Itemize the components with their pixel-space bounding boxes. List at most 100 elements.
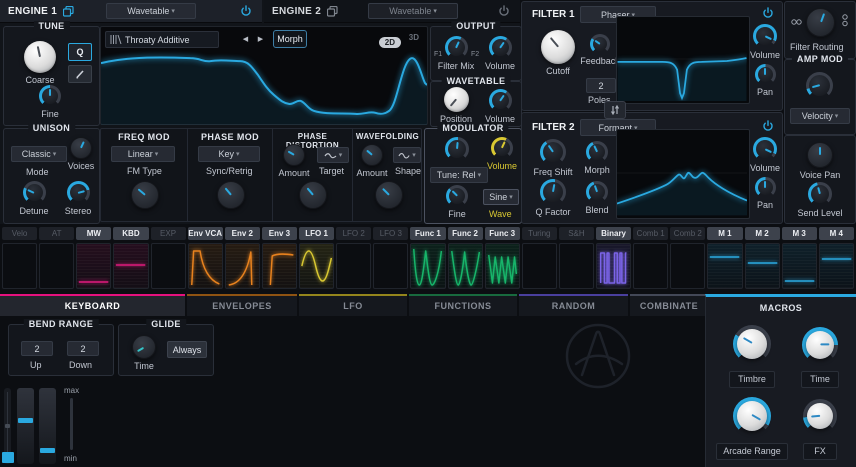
mod-source-tile[interactable] (373, 243, 408, 289)
output-volume-knob[interactable]: Volume (481, 36, 519, 71)
velocity-range-slider[interactable] (70, 398, 73, 450)
poles-value[interactable]: 2 (586, 78, 616, 93)
morph-button[interactable]: Morph (273, 30, 307, 48)
mod-source-button[interactable]: Comb 2 (670, 227, 705, 240)
modulator-volume-knob[interactable]: Volume (487, 137, 517, 171)
q-factor-knob[interactable]: Q Factor (530, 179, 576, 217)
pd-main-knob[interactable] (299, 181, 327, 209)
mod-source-tile[interactable] (559, 243, 594, 289)
glide-time-knob[interactable]: Time (127, 335, 161, 371)
wf-shape-dropdown[interactable]: ▾ (393, 147, 421, 163)
detune-knob[interactable]: Detune (14, 181, 54, 216)
bend-down-value[interactable]: 2 (67, 341, 99, 356)
pd-target-dropdown[interactable]: ▾ (317, 147, 349, 163)
mod-source-tile[interactable] (522, 243, 557, 289)
mod-source-button[interactable]: S&H (559, 227, 594, 240)
mod-wheel-slider[interactable] (17, 388, 34, 464)
pd-amount-knob[interactable]: Amount (275, 144, 313, 178)
glide-always-button[interactable]: Always (167, 341, 207, 358)
mod-source-tile[interactable] (485, 243, 520, 289)
filter2-pan-knob[interactable]: Pan (752, 177, 778, 210)
mod-source-button[interactable]: Env 2 (225, 227, 260, 240)
filter-series-parallel-button[interactable] (604, 101, 626, 119)
filter-routing-knob[interactable] (806, 8, 835, 37)
engine2-type-dropdown[interactable]: Wavetable▾ (368, 3, 458, 19)
modulator-tune-knob[interactable] (437, 137, 477, 161)
mod-source-tile[interactable] (262, 243, 297, 289)
tab-lfo[interactable]: LFO (299, 294, 407, 316)
modulator-tune-dropdown[interactable]: Tune: Rel▾ (430, 167, 488, 183)
filter2-morph-knob[interactable]: Morph (580, 141, 614, 175)
engine2-power-icon[interactable] (498, 5, 510, 17)
mod-wheel-handle[interactable] (18, 418, 33, 423)
modulator-wave-dropdown[interactable]: Sine▾ (483, 189, 519, 205)
view-3d-toggle[interactable]: 3D (409, 33, 419, 42)
modulator-fine-knob[interactable]: Fine (437, 185, 477, 219)
mod-source-tile[interactable] (336, 243, 371, 289)
mod-source-button[interactable]: EXP (151, 227, 186, 240)
macro-time-knob[interactable]: Time (790, 327, 850, 388)
macro-timbre-knob[interactable]: Timbre (720, 325, 784, 388)
mod-source-tile[interactable] (448, 243, 483, 289)
tab-envelopes[interactable]: ENVELOPES (187, 294, 297, 316)
mod-source-tile[interactable] (633, 243, 668, 289)
mod-source-button[interactable]: Binary (596, 227, 631, 240)
mod-source-button[interactable]: Func 2 (448, 227, 483, 240)
mod-source-tile[interactable] (299, 243, 334, 289)
position-knob[interactable]: Position (433, 87, 479, 124)
amp-mod-knob[interactable] (806, 72, 833, 99)
next-wavetable-button[interactable]: ▶ (254, 32, 267, 45)
wf-main-knob[interactable] (375, 181, 403, 209)
mod-source-button[interactable]: Velo (2, 227, 37, 240)
engine1-type-dropdown[interactable]: Wavetable▾ (106, 3, 196, 19)
mod-source-button[interactable]: LFO 1 (299, 227, 334, 240)
fine-knob[interactable]: Fine (26, 85, 74, 119)
mod-source-tile[interactable] (225, 243, 260, 289)
mod-source-button[interactable]: Env VCA (188, 227, 223, 240)
mod-source-tile[interactable] (670, 243, 705, 289)
feedback-knob[interactable]: Feedback (584, 34, 616, 66)
mod-source-button[interactable]: Turing (522, 227, 557, 240)
mod-source-button[interactable]: M 1 (707, 227, 742, 240)
filter1-volume-knob[interactable]: Volume (750, 24, 780, 60)
engine1-copy-icon[interactable] (63, 6, 74, 17)
prev-wavetable-button[interactable]: ◀ (239, 32, 252, 45)
mod-source-button[interactable]: LFO 2 (336, 227, 371, 240)
mod-source-tile[interactable] (39, 243, 74, 289)
mod-source-tile[interactable] (782, 243, 817, 289)
send-level-knob[interactable]: Send Level (800, 182, 840, 218)
wavetable-volume-knob[interactable]: Volume (481, 89, 519, 124)
fm-type-dropdown[interactable]: Linear▾ (111, 146, 175, 162)
phase-mod-amount-knob[interactable] (217, 181, 245, 209)
filter1-power-icon[interactable] (762, 7, 774, 19)
mod-source-button[interactable]: KBD (113, 227, 148, 240)
mod-source-button[interactable]: Func 3 (485, 227, 520, 240)
filter-mix-knob[interactable]: Filter Mix (433, 36, 479, 71)
mod-source-button[interactable]: Env 3 (262, 227, 297, 240)
mod-source-tile[interactable] (113, 243, 148, 289)
mod-source-tile[interactable] (151, 243, 186, 289)
mod-source-button[interactable]: Comb 1 (633, 227, 668, 240)
macro-arcade-range-knob[interactable]: Arcade Range (718, 397, 786, 460)
aftertouch-handle[interactable] (40, 448, 55, 453)
tab-keyboard[interactable]: KEYBOARD (0, 294, 185, 316)
sync-retrig-dropdown[interactable]: Key▾ (198, 146, 260, 162)
voice-pan-knob[interactable]: Voice Pan (800, 142, 840, 180)
filter2-volume-knob[interactable]: Volume (750, 137, 780, 173)
mod-source-tile[interactable] (2, 243, 37, 289)
mod-source-button[interactable]: AT (39, 227, 74, 240)
mod-source-tile[interactable] (188, 243, 223, 289)
freq-shift-knob[interactable]: Freq Shift (530, 139, 576, 177)
tab-functions[interactable]: FUNCTIONS (409, 294, 517, 316)
quantize-button[interactable]: Q (68, 43, 92, 61)
mod-source-tile[interactable] (745, 243, 780, 289)
unison-mode-dropdown[interactable]: Classic▾ (11, 146, 67, 162)
amp-mod-source-dropdown[interactable]: Velocity▾ (790, 108, 850, 124)
mod-source-tile[interactable] (76, 243, 111, 289)
mod-source-tile[interactable] (410, 243, 445, 289)
filter1-pan-knob[interactable]: Pan (752, 64, 778, 97)
macro-fx-knob[interactable]: FX (792, 399, 848, 460)
aftertouch-slider[interactable] (39, 388, 56, 464)
freq-mod-amount-knob[interactable] (131, 181, 159, 209)
blend-knob[interactable]: Blend (580, 181, 614, 215)
